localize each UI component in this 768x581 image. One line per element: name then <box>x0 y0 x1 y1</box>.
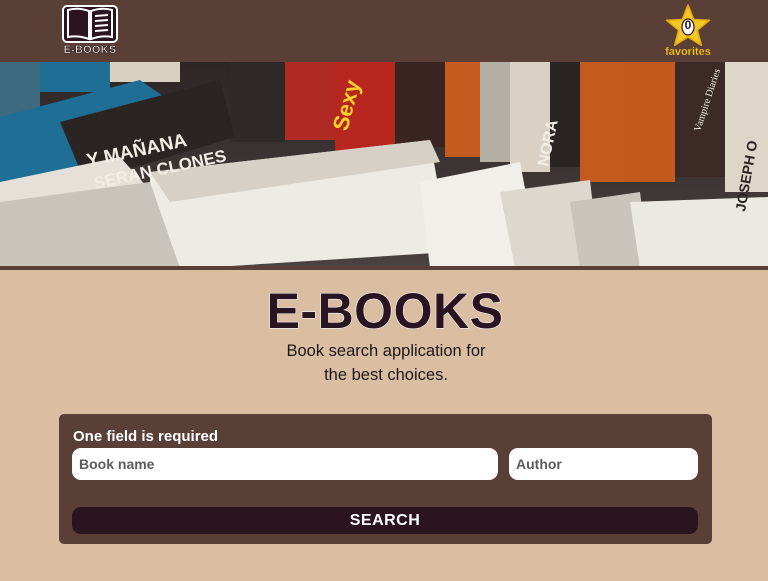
required-hint: One field is required <box>73 428 219 445</box>
favorites-count: 0 <box>684 18 692 32</box>
subtitle-line-1: Book search application for <box>286 342 486 360</box>
page-title: E-BOOKS <box>266 283 504 340</box>
logo[interactable]: E-BOOKS <box>58 4 122 58</box>
favorites-button[interactable]: 0 favorites <box>660 3 716 59</box>
hero-image: Y MAÑANA SERAN CLONES Sexy NORA Vampire … <box>0 62 768 268</box>
page-subtitle: Book search application for the best cho… <box>264 339 508 387</box>
author-input[interactable] <box>509 448 698 480</box>
subtitle-line-2: the best choices. <box>324 366 448 384</box>
hero-divider <box>0 266 768 270</box>
search-form: One field is required SEARCH <box>59 414 712 544</box>
logo-text: E-BOOKS <box>63 44 117 57</box>
open-book-icon <box>62 5 118 43</box>
bookshelf-image: Y MAÑANA SERAN CLONES Sexy NORA Vampire … <box>0 62 768 268</box>
favorites-label: favorites <box>665 46 711 58</box>
top-bar: E-BOOKS 0 favorites <box>0 0 768 62</box>
search-button[interactable]: SEARCH <box>72 507 698 534</box>
book-name-input[interactable] <box>72 448 498 480</box>
